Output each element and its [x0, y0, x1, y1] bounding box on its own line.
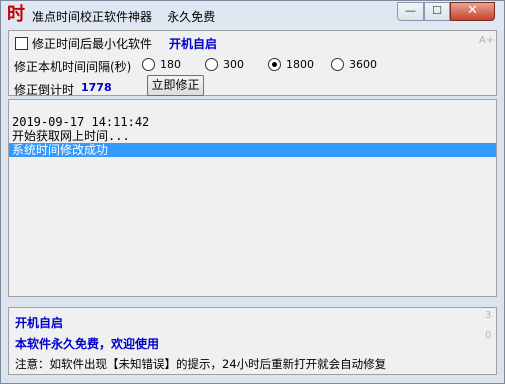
maximize-button[interactable]: ☐: [424, 2, 450, 21]
app-window: 时 准点时间校正软件神器 永久免费 — ☐ ✕ 修正时间后最小化软件 开机自启 …: [0, 0, 505, 384]
counter-top: 3: [485, 310, 492, 321]
title-bar[interactable]: 时 准点时间校正软件神器 永久免费 — ☐ ✕: [1, 1, 504, 31]
interval-label: 修正本机时间间隔(秒): [14, 60, 132, 74]
app-icon: 时: [7, 4, 25, 25]
minimize-button[interactable]: —: [397, 2, 424, 21]
interval-label-1800[interactable]: 1800: [286, 58, 314, 71]
close-button[interactable]: ✕: [450, 2, 495, 21]
fix-now-button[interactable]: 立即修正: [147, 75, 204, 96]
log-list[interactable]: 2019-09-17 14:11:42 开始获取网上时间... 系统时间修改成功: [8, 99, 497, 297]
window-title: 准点时间校正软件神器 永久免费: [32, 10, 216, 24]
interval-label-180[interactable]: 180: [160, 58, 181, 71]
counter-bottom: 0: [485, 330, 492, 341]
interval-radio-1800[interactable]: [268, 58, 281, 71]
minimize-after-fix-label[interactable]: 修正时间后最小化软件: [32, 35, 152, 52]
autostart-link[interactable]: 开机自启: [15, 314, 63, 331]
free-notice: 本软件永久免费，欢迎使用: [15, 337, 160, 351]
interval-radio-300[interactable]: [205, 58, 218, 71]
minimize-after-fix-checkbox[interactable]: [15, 37, 28, 50]
info-panel: 开机自启 本软件永久免费，欢迎使用 注意：如软件出现【未知错误】的提示，24小时…: [8, 307, 497, 375]
error-note: 注意：如软件出现【未知错误】的提示，24小时后重新打开就会自动修复: [15, 357, 387, 371]
log-line[interactable]: 2019-09-17 14:11:42: [12, 115, 149, 129]
interval-radio-3600[interactable]: [331, 58, 344, 71]
interval-label-300[interactable]: 300: [223, 58, 244, 71]
countdown-value: 1778: [81, 81, 112, 94]
settings-panel: 修正时间后最小化软件 开机自启 A+ 修正本机时间间隔(秒) 180 300 1…: [8, 30, 497, 97]
interval-label-3600[interactable]: 3600: [349, 58, 377, 71]
interval-radio-180[interactable]: [142, 58, 155, 71]
log-line[interactable]: 开始获取网上时间...: [12, 129, 130, 143]
autostart-toggle[interactable]: 开机自启: [169, 35, 217, 52]
font-size-toggle[interactable]: A+: [479, 35, 494, 46]
log-line-selected[interactable]: 系统时间修改成功: [9, 143, 496, 157]
countdown-label: 修正倒计时: [14, 83, 75, 97]
